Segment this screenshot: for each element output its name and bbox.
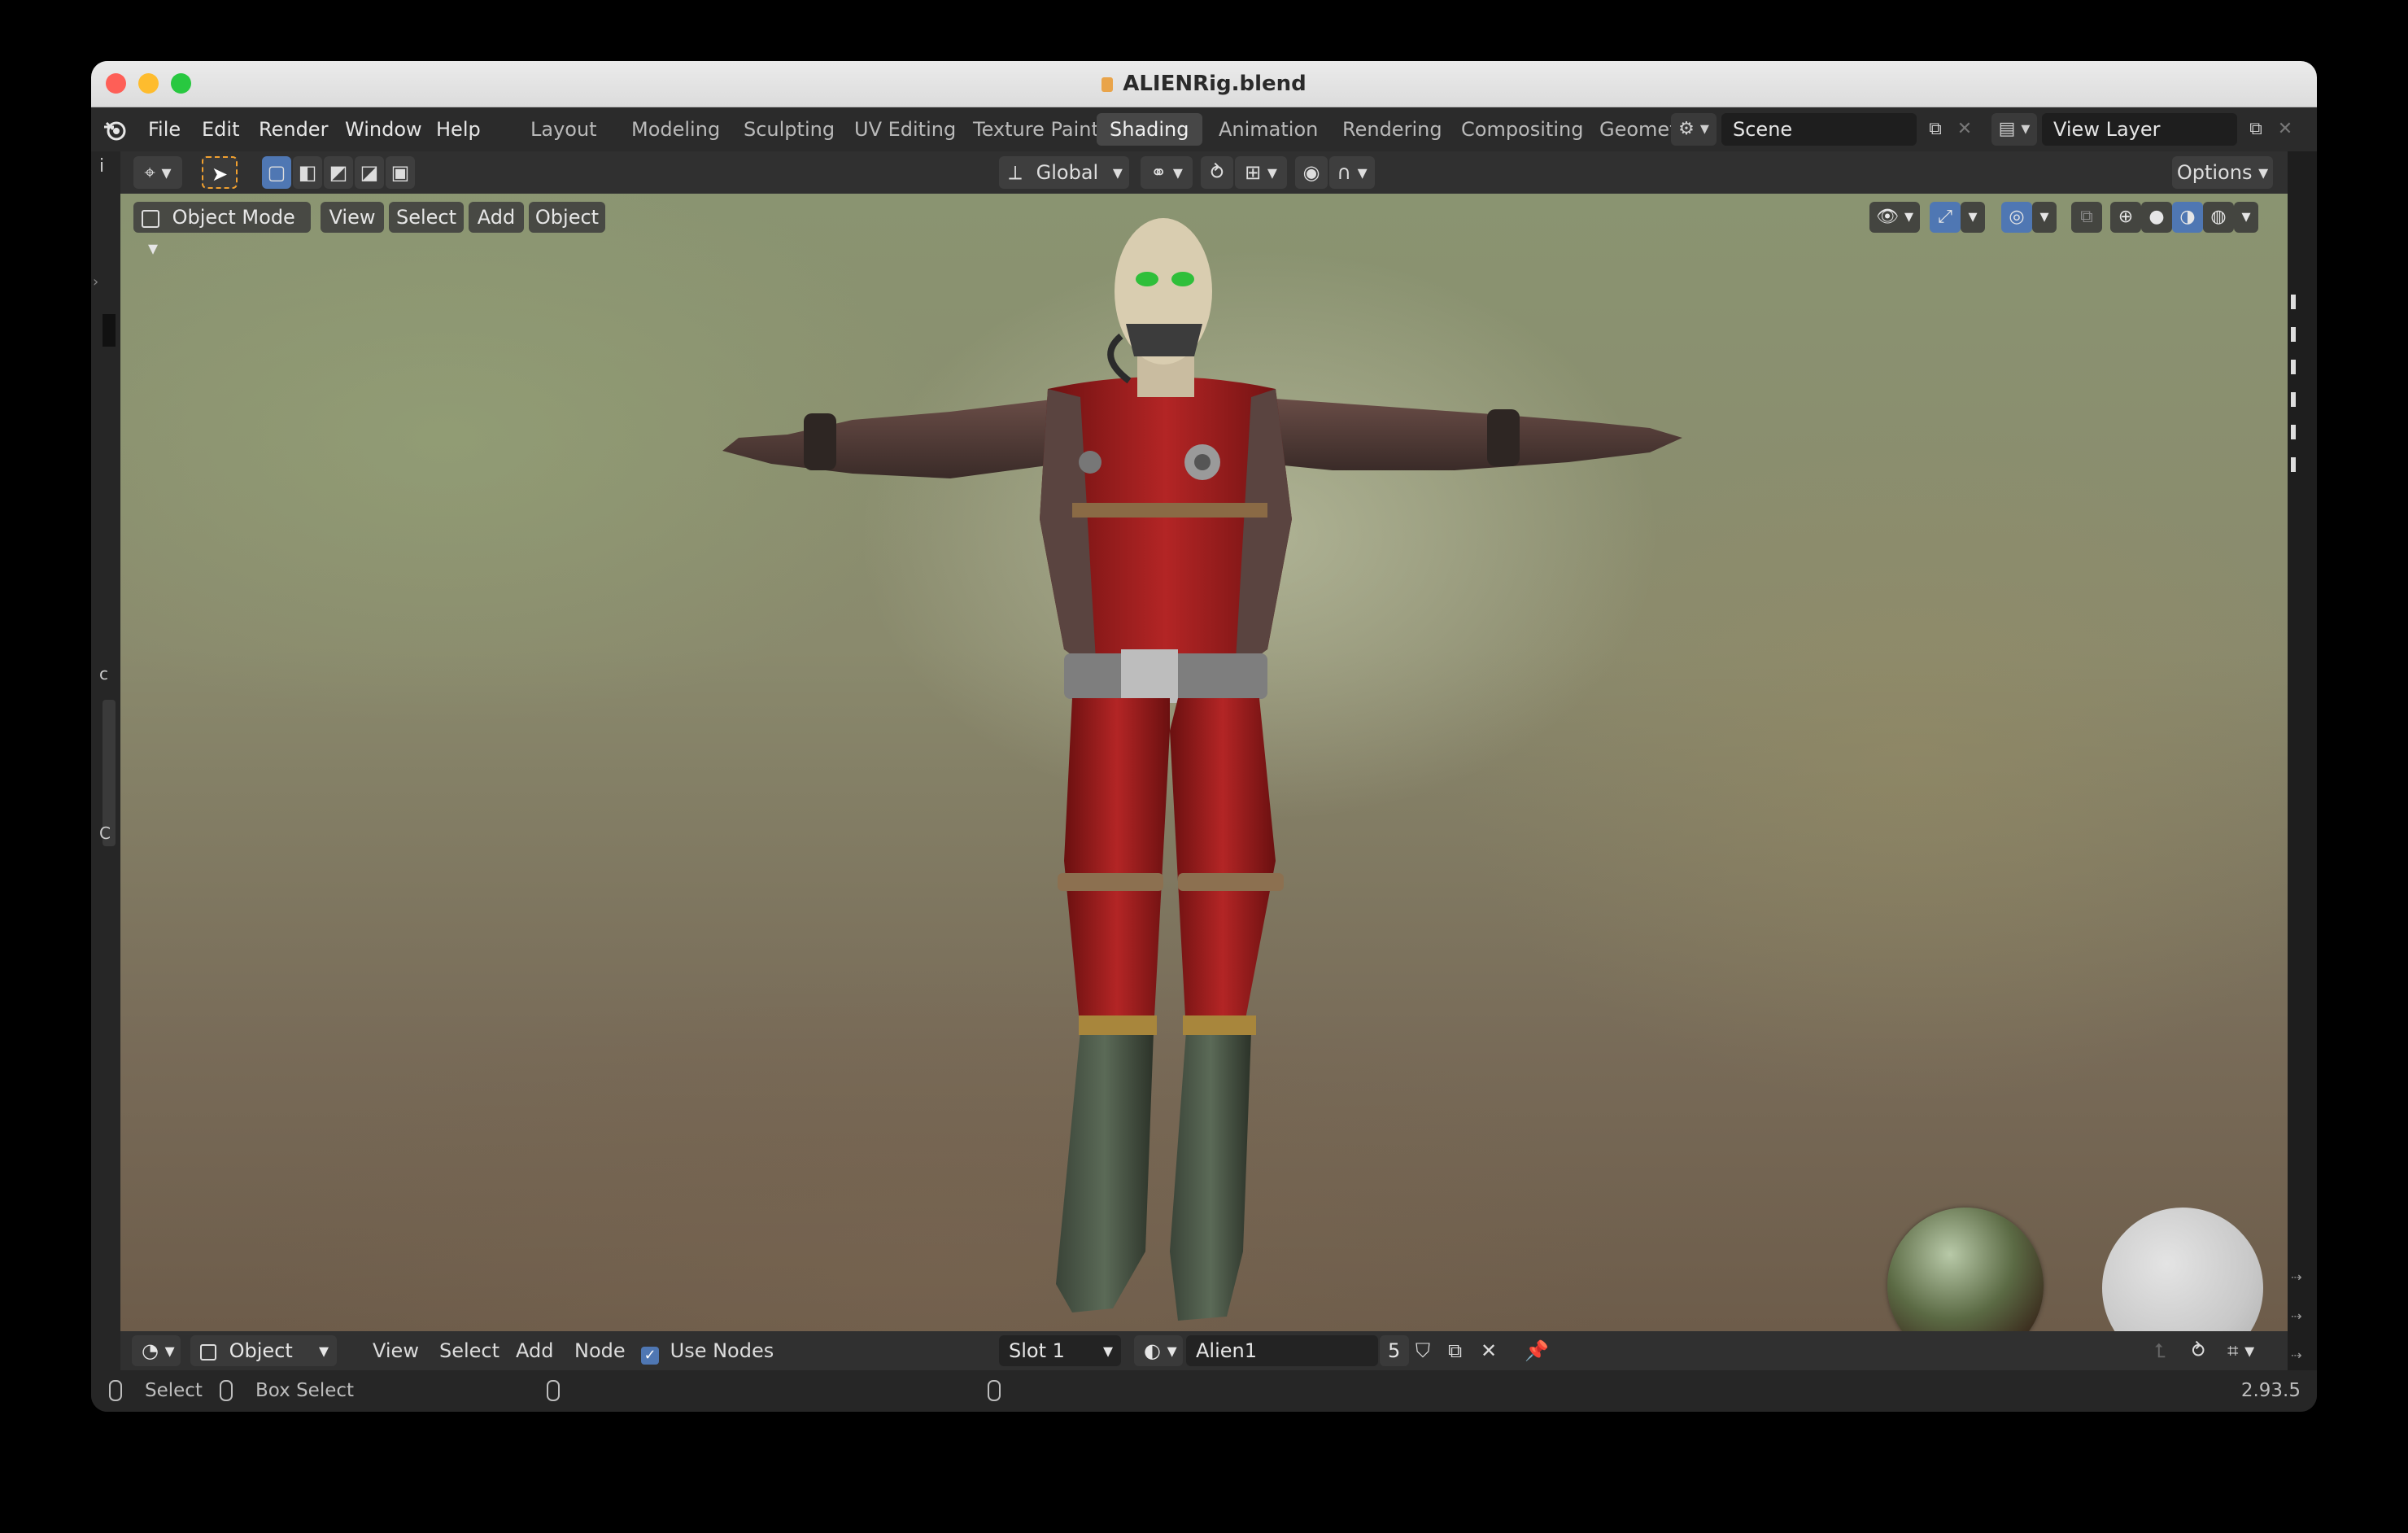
menu-file[interactable]: File xyxy=(148,107,181,151)
scene-selector-icon[interactable]: ⚙ ▾ xyxy=(1671,113,1717,146)
left-panel-block xyxy=(103,314,116,347)
select-extend-icon[interactable]: ◧ xyxy=(293,156,322,189)
right-region-strip: ⇢ ⇢ ⇢ xyxy=(2288,151,2317,1370)
checkbox-checked-icon: ✓ xyxy=(641,1347,659,1365)
delete-scene-icon[interactable]: ✕ xyxy=(1951,113,1978,146)
browse-material-icon[interactable]: ◐ ▾ xyxy=(1134,1335,1183,1366)
unlink-material-icon[interactable]: ✕ xyxy=(1481,1331,1497,1370)
top-bar: File Edit Render Window Help Layout Mode… xyxy=(91,107,2317,151)
blender-version: 2.93.5 xyxy=(2240,1380,2301,1401)
node-menu-select[interactable]: Select xyxy=(439,1331,499,1370)
tool-header: ⌖ ▾ ➤ ▢ ◧ ◩ ◪ ▣ ⟂ Global ▾ ⚭ ▾ ⥁ ⊞ ▾ ◉ ∩… xyxy=(91,151,2317,194)
tab-shading[interactable]: Shading xyxy=(1097,113,1202,146)
tab-modeling[interactable]: Modeling xyxy=(618,113,733,146)
middle-mouse-icon xyxy=(547,1380,560,1401)
node-menu-view[interactable]: View xyxy=(373,1331,419,1370)
node-snap-icon[interactable]: ⥁ xyxy=(2192,1331,2205,1370)
menu-edit[interactable]: Edit xyxy=(202,107,239,151)
status-bar: Select Box Select 2.93.5 xyxy=(91,1370,2317,1412)
fake-user-shield-icon[interactable]: ⛉ xyxy=(1416,1331,1430,1370)
node-menu-node[interactable]: Node xyxy=(574,1331,626,1370)
left-panel-label-c2: C xyxy=(99,823,111,843)
node-editor-type-icon[interactable]: ◔ ▾ xyxy=(132,1335,181,1366)
editor-type-button[interactable]: ⌖ ▾ xyxy=(133,156,182,189)
material-name-field[interactable]: Alien1 xyxy=(1186,1335,1378,1366)
right-tab-4[interactable] xyxy=(2291,392,2296,407)
status-select-label: Select xyxy=(145,1380,203,1401)
window-title-wrap: ALIENRig.blend xyxy=(91,61,2317,107)
delete-view-layer-icon[interactable]: ✕ xyxy=(2271,113,2299,146)
tab-layout[interactable]: Layout xyxy=(517,113,610,146)
new-view-layer-icon[interactable]: ⧉ xyxy=(2242,113,2270,146)
node-object-type-dropdown[interactable]: Object ▾ xyxy=(190,1335,337,1366)
tab-geometry-nodes[interactable]: Geomet xyxy=(1586,113,1681,146)
expand-left-arrow-icon[interactable]: › xyxy=(93,273,98,290)
node-object-type-label: Object xyxy=(229,1339,293,1362)
parent-node-tree-icon[interactable]: ⮤ xyxy=(2154,1331,2166,1370)
tab-texture-paint[interactable]: Texture Paint xyxy=(960,113,1112,146)
proportional-edit-icon[interactable]: ◉ xyxy=(1295,156,1328,189)
menu-help[interactable]: Help xyxy=(436,107,481,151)
select-intersect-icon[interactable]: ▣ xyxy=(386,156,415,189)
select-tool-icon[interactable]: ➤ xyxy=(202,156,238,189)
menu-window[interactable]: Window xyxy=(345,107,422,151)
chevron-down-icon: ▾ xyxy=(1112,161,1123,184)
falloff-icon[interactable]: ∩ ▾ xyxy=(1329,156,1375,189)
drag-mouse-icon xyxy=(220,1380,233,1401)
right-tab-5[interactable] xyxy=(2291,425,2296,439)
node-editor-header: ◔ ▾ Object ▾ View Select Add Node ✓ Use … xyxy=(120,1331,2288,1370)
right-panel-arrows: ⇢ ⇢ ⇢ xyxy=(2291,1269,2302,1363)
pin-icon[interactable]: 📌 xyxy=(1525,1331,1549,1370)
window-title: ALIENRig.blend xyxy=(1123,72,1307,96)
tab-sculpting[interactable]: Sculpting xyxy=(731,113,848,146)
status-box-select-label: Box Select xyxy=(255,1380,355,1401)
3d-viewport[interactable]: Object Mode ▾ View Select Add Object 👁 ▾… xyxy=(120,194,2288,1331)
scene-name-field[interactable]: Scene xyxy=(1721,113,1917,146)
view-layer-selector-icon[interactable]: ▤ ▾ xyxy=(1991,113,2037,146)
right-mouse-icon xyxy=(988,1380,1001,1401)
left-panel-label-c: c xyxy=(99,664,108,684)
view-layer-name-field[interactable]: View Layer xyxy=(2042,113,2237,146)
select-new-icon[interactable]: ▢ xyxy=(262,156,291,189)
right-tab-2[interactable] xyxy=(2291,327,2296,342)
object-icon xyxy=(200,1344,216,1360)
left-region-strip: i › c C xyxy=(91,151,120,1370)
options-dropdown[interactable]: Options ▾ xyxy=(2172,156,2273,189)
tab-compositing[interactable]: Compositing xyxy=(1448,113,1596,146)
orientation-axes-icon: ⟂ xyxy=(1009,161,1023,184)
use-nodes-checkbox[interactable]: ✓ Use Nodes xyxy=(641,1331,774,1370)
blender-window: ALIENRig.blend File Edit Render Window H… xyxy=(91,61,2317,1412)
transform-orientation-dropdown[interactable]: ⟂ Global ▾ xyxy=(999,156,1129,189)
pivot-point-icon[interactable]: ⚭ ▾ xyxy=(1141,156,1193,189)
material-slot-value: Slot 1 xyxy=(1009,1339,1065,1362)
right-tab-6[interactable] xyxy=(2291,457,2296,472)
node-snap-target-icon[interactable]: ⌗ ▾ xyxy=(2227,1331,2254,1370)
snap-toggle-icon[interactable]: ⥁ xyxy=(1201,156,1233,189)
title-bar: ALIENRig.blend xyxy=(91,61,2317,107)
select-subtract-icon[interactable]: ◩ xyxy=(324,156,353,189)
snap-target-icon[interactable]: ⊞ ▾ xyxy=(1235,156,1287,189)
blender-logo-icon[interactable] xyxy=(103,117,127,142)
left-mouse-icon xyxy=(109,1380,122,1401)
tab-rendering[interactable]: Rendering xyxy=(1329,113,1455,146)
new-scene-icon[interactable]: ⧉ xyxy=(1922,113,1949,146)
material-user-count[interactable]: 5 xyxy=(1380,1335,1409,1366)
duplicate-material-icon[interactable]: ⧉ xyxy=(1448,1331,1462,1370)
transform-orientation-value: Global xyxy=(1036,161,1099,184)
blend-file-icon xyxy=(1101,77,1114,92)
right-tab-1[interactable] xyxy=(2291,295,2296,309)
alien-character-model[interactable] xyxy=(120,194,2288,1331)
material-slot-dropdown[interactable]: Slot 1 ▾ xyxy=(999,1335,1121,1366)
chevron-down-icon: ▾ xyxy=(318,1339,329,1362)
node-menu-add[interactable]: Add xyxy=(516,1331,553,1370)
menu-render[interactable]: Render xyxy=(259,107,328,151)
select-difference-icon[interactable]: ◪ xyxy=(355,156,384,189)
info-icon[interactable]: i xyxy=(99,156,104,177)
tab-animation[interactable]: Animation xyxy=(1206,113,1331,146)
use-nodes-label: Use Nodes xyxy=(670,1339,774,1362)
right-tab-3[interactable] xyxy=(2291,360,2296,374)
options-label: Options xyxy=(2176,161,2253,184)
tab-uv-editing[interactable]: UV Editing xyxy=(841,113,969,146)
chevron-down-icon: ▾ xyxy=(1102,1339,1113,1362)
